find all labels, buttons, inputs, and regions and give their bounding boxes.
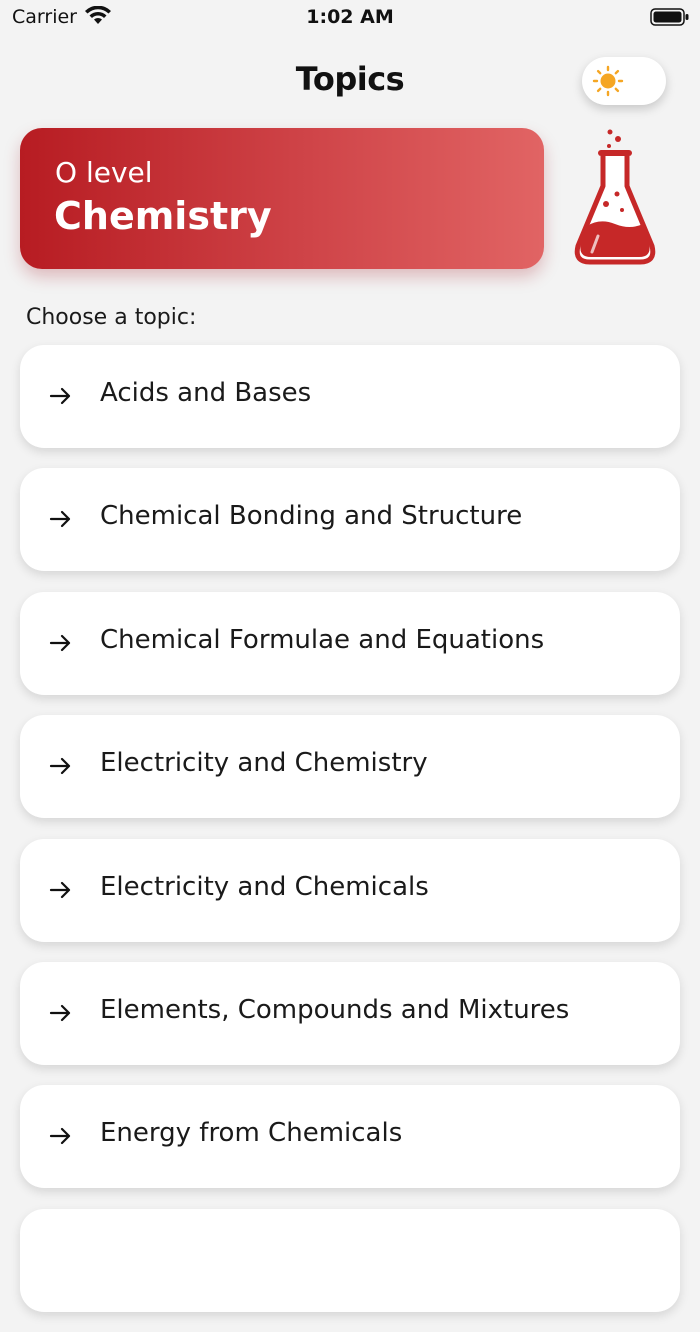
arrow-right-icon (49, 758, 71, 775)
topic-label: Electricity and Chemicals (100, 871, 429, 902)
topic-item[interactable]: Energy from Chemicals (20, 1085, 680, 1189)
topic-label: Acids and Bases (100, 378, 312, 408)
topic-item[interactable]: Electricity and Chemistry (20, 715, 680, 819)
battery-icon (650, 8, 689, 26)
topic-item[interactable]: Chemical Formulae and Equations (20, 591, 680, 695)
arrow-right-icon (49, 387, 71, 405)
status-time: 1:02 AM (306, 6, 394, 28)
topic-label: Elements, Compounds and Mixtures (100, 994, 570, 1025)
theme-toggle-button[interactable] (582, 57, 666, 105)
flask-icon (574, 129, 656, 265)
banner-title: Chemistry (54, 194, 272, 238)
topic-label: Electricity and Chemistry (100, 748, 428, 779)
status-bar: Carrier 1:02 AM (0, 0, 700, 36)
arrow-right-icon (49, 634, 71, 651)
section-label: Choose a topic: (26, 305, 197, 330)
topic-item[interactable]: Elements, Compounds and Mixtures (20, 961, 680, 1065)
topic-label: Chemical Formulae and Equations (100, 624, 545, 655)
arrow-right-icon (49, 1004, 71, 1022)
topic-item[interactable] (20, 1208, 680, 1312)
topic-label: Energy from Chemicals (100, 1118, 403, 1149)
sun-icon (592, 65, 624, 97)
topic-list: Acids and Bases Chemical Bonding and Str… (20, 345, 680, 1332)
topic-item[interactable]: Chemical Bonding and Structure (20, 468, 680, 572)
arrow-right-icon (49, 881, 71, 898)
topic-item[interactable]: Electricity and Chemicals (20, 838, 680, 942)
subject-banner: O level Chemistry (20, 128, 544, 269)
banner-subtitle: O level (55, 156, 153, 189)
topic-item[interactable]: Acids and Bases (20, 345, 680, 448)
arrow-right-icon (49, 1128, 71, 1145)
topic-label: Chemical Bonding and Structure (100, 501, 523, 532)
arrow-right-icon (49, 511, 71, 528)
